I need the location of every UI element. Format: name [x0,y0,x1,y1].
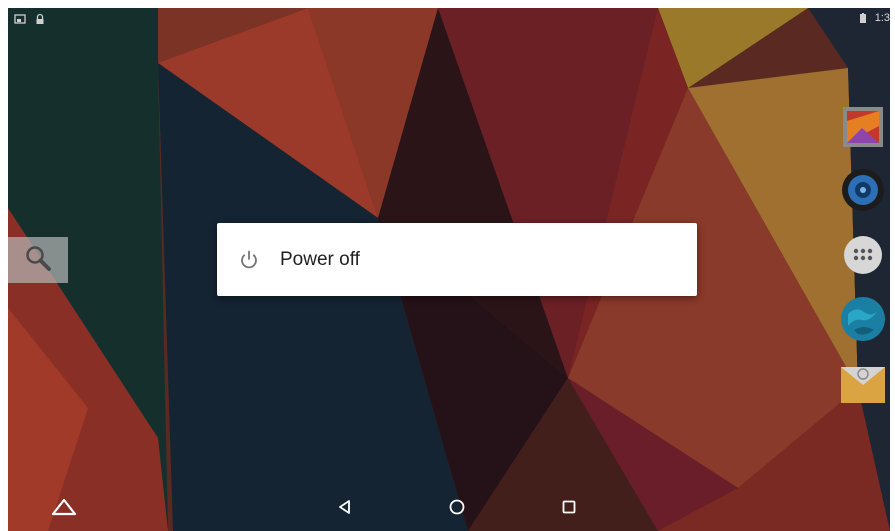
status-bar: 1:3 [8,8,890,30]
favorites-dock [840,106,890,416]
home-button[interactable] [442,495,472,523]
navigation-bar [8,487,890,531]
back-button[interactable] [330,495,360,523]
gallery-icon [842,106,884,153]
music-icon [841,168,885,217]
device-screen: 1:3 Power off [8,8,890,531]
app-drawer-icon [843,235,883,280]
music-app-button[interactable] [840,168,886,217]
up-arrow-button[interactable] [49,495,79,523]
browser-app-button[interactable] [840,296,886,347]
status-clock: 1:3 [874,12,890,24]
up-arrow-icon [50,497,78,522]
power-menu-dialog: Power off [217,223,697,296]
search-widget[interactable] [8,237,68,283]
screenshot-icon [14,12,26,24]
power-off-label: Power off [280,248,360,270]
power-off-option[interactable]: Power off [217,223,697,296]
email-app-button[interactable] [840,362,886,408]
magnifier-icon [23,243,53,278]
gallery-app-button[interactable] [840,106,886,152]
home-icon [448,498,466,521]
recents-icon [560,498,578,521]
lock-icon [34,12,46,24]
app-drawer-button[interactable] [840,234,886,280]
status-icons-right: 1:3 [857,12,890,24]
status-icons-left [14,12,46,24]
recents-button[interactable] [554,495,584,523]
power-icon [238,249,260,271]
back-icon [336,498,354,521]
battery-icon [857,12,869,24]
email-icon [840,361,886,410]
browser-icon [840,296,886,347]
